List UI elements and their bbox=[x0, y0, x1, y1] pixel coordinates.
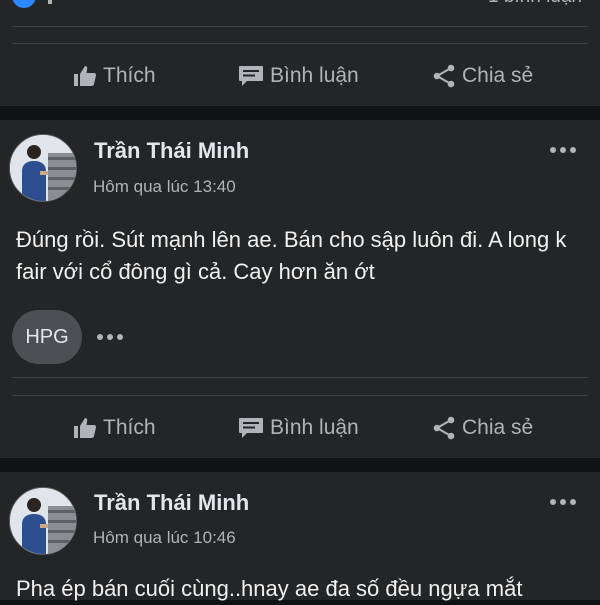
divider bbox=[12, 395, 588, 396]
comment-icon bbox=[239, 418, 263, 438]
post-card: Trần Thái Minh Hôm qua lúc 10:46 Pha ép … bbox=[0, 472, 600, 601]
divider bbox=[12, 43, 588, 44]
comment-icon bbox=[239, 66, 263, 86]
avatar[interactable] bbox=[9, 134, 77, 202]
share-label: Chia sẻ bbox=[462, 64, 534, 87]
avatar-photo bbox=[10, 488, 76, 554]
divider bbox=[12, 26, 588, 27]
post-text: Đúng rồi. Sút mạnh lên ae. Bán cho sập l… bbox=[16, 227, 567, 284]
like-button[interactable]: Thích bbox=[73, 46, 156, 106]
comment-button[interactable]: Bình luận bbox=[238, 398, 359, 458]
reaction-count-mark bbox=[48, 0, 52, 4]
divider bbox=[12, 377, 588, 378]
post-card-previous: 1 bình luận Thích Bình luận Chia sẻ bbox=[0, 0, 600, 106]
share-icon bbox=[433, 416, 455, 440]
avatar-photo bbox=[10, 135, 76, 201]
share-icon bbox=[433, 64, 455, 88]
like-label: Thích bbox=[103, 64, 156, 87]
action-row: Thích Bình luận Chia sẻ bbox=[0, 46, 600, 106]
action-row: Thích Bình luận Chia sẻ bbox=[0, 398, 600, 458]
post-timestamp[interactable]: Hôm qua lúc 10:46 bbox=[93, 528, 236, 548]
like-reaction-icon[interactable] bbox=[12, 0, 36, 8]
comment-count[interactable]: 1 bình luận bbox=[488, 0, 582, 8]
like-button[interactable]: Thích bbox=[73, 398, 156, 458]
comment-button[interactable]: Bình luận bbox=[238, 46, 359, 106]
comment-label: Bình luận bbox=[270, 64, 359, 87]
post-timestamp[interactable]: Hôm qua lúc 13:40 bbox=[93, 177, 236, 197]
like-label: Thích bbox=[103, 416, 156, 439]
avatar[interactable] bbox=[9, 487, 77, 555]
thumbs-up-icon bbox=[74, 418, 97, 438]
author-name[interactable]: Trần Thái Minh bbox=[94, 138, 249, 164]
share-button[interactable]: Chia sẻ bbox=[432, 398, 533, 458]
tag-more-icon[interactable] bbox=[97, 332, 125, 342]
more-options-icon[interactable] bbox=[550, 145, 578, 155]
thumbs-up-icon bbox=[74, 66, 97, 86]
stock-tag-chip[interactable]: HPG bbox=[12, 310, 82, 364]
post-card: Trần Thái Minh Hôm qua lúc 13:40 Đúng rồ… bbox=[0, 120, 600, 458]
share-label: Chia sẻ bbox=[462, 416, 534, 439]
comment-label: Bình luận bbox=[270, 416, 359, 439]
more-options-icon[interactable] bbox=[550, 497, 578, 507]
share-button[interactable]: Chia sẻ bbox=[432, 46, 533, 106]
author-name[interactable]: Trần Thái Minh bbox=[94, 490, 249, 516]
post-text: Pha ép bán cuối cùng..hnay ae đa số đều … bbox=[16, 576, 523, 601]
